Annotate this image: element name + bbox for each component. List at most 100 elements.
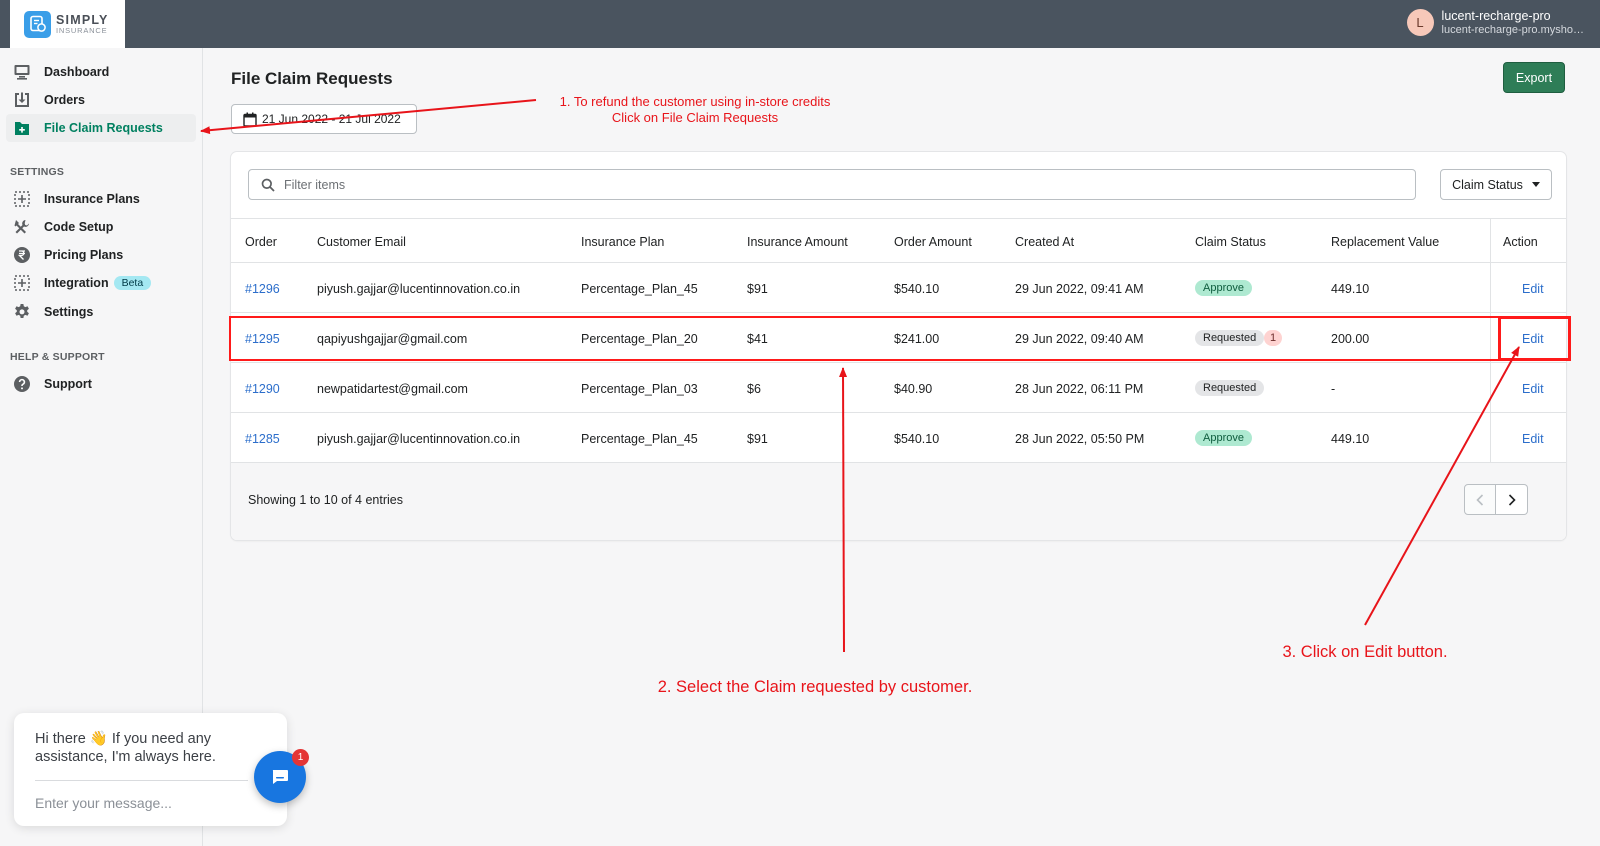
monitor-icon — [12, 62, 32, 82]
chevron-left-icon — [1476, 493, 1484, 506]
table-row[interactable]: #1290 newpatidartest@gmail.com Percentag… — [231, 363, 1566, 413]
replacement-value: 449.10 — [1331, 432, 1370, 446]
tools-icon — [12, 217, 32, 237]
order-amount: $40.90 — [894, 382, 933, 396]
chevron-right-icon — [1508, 493, 1516, 506]
previous-page-button[interactable] — [1464, 484, 1496, 515]
sidebar-item-label: Settings — [44, 305, 94, 319]
sidebar-item-label: Code Setup — [44, 220, 114, 234]
sidebar-item-label: Dashboard — [44, 65, 110, 79]
sidebar-item-orders[interactable]: Orders — [6, 86, 196, 114]
column-header[interactable]: Insurance Amount — [747, 235, 848, 249]
insurance-amount: $6 — [747, 382, 761, 396]
annotation-step-2: 2. Select the Claim requested by custome… — [657, 678, 973, 696]
export-button[interactable]: Export — [1503, 62, 1565, 93]
user-menu[interactable]: L lucent-recharge-pro lucent-recharge-pr… — [1406, 9, 1584, 36]
claim-status-filter-label: Claim Status — [1452, 177, 1523, 192]
dotted-plus-icon — [12, 273, 32, 293]
sidebar-item-label: Integration — [44, 276, 109, 290]
annotation-step-1-line-2: Click on File Claim Requests — [611, 110, 779, 125]
insurance-plan: Percentage_Plan_45 — [581, 432, 698, 446]
file-plus-icon — [12, 118, 32, 138]
annotation-step-1-line-1: 1. To refund the customer using in-store… — [559, 94, 831, 109]
search-icon — [261, 178, 275, 192]
table-row[interactable]: #1285 piyush.gajjar@lucentinnovation.co.… — [231, 413, 1566, 463]
edit-link[interactable]: Edit — [1522, 382, 1544, 396]
status-badge: Approve — [1195, 430, 1252, 446]
insurance-amount: $91 — [747, 282, 768, 296]
pagination — [1464, 484, 1528, 515]
table-row[interactable]: #1296 piyush.gajjar@lucentinnovation.co.… — [231, 263, 1566, 313]
column-header[interactable]: Created At — [1015, 235, 1074, 249]
logo-wordmark: SIMPLY — [56, 12, 109, 27]
app-logo[interactable]: SIMPLY INSURANCE — [10, 0, 125, 48]
dotted-plus-icon — [12, 189, 32, 209]
column-header[interactable]: Insurance Plan — [581, 235, 664, 249]
created-at: 29 Jun 2022, 09:41 AM — [1015, 282, 1144, 296]
order-link[interactable]: #1285 — [245, 432, 280, 446]
annotation-edit-highlight — [1498, 316, 1571, 361]
entries-summary: Showing 1 to 10 of 4 entries — [248, 493, 403, 507]
sidebar-item-insurance-plans[interactable]: Insurance Plans — [6, 185, 196, 213]
customer-email: piyush.gajjar@lucentinnovation.co.in — [317, 282, 521, 296]
sidebar-item-integration[interactable]: Integration Beta — [6, 269, 196, 297]
chat-message-input[interactable]: Enter your message... — [35, 795, 172, 811]
rupee-icon — [12, 245, 32, 265]
filter-placeholder: Filter items — [284, 177, 346, 192]
column-header: Action — [1503, 235, 1538, 249]
sidebar-item-support[interactable]: Support — [6, 370, 196, 398]
sidebar-item-settings[interactable]: Settings — [6, 298, 196, 326]
sidebar-item-file-claim-requests[interactable]: File Claim Requests — [6, 114, 196, 142]
sidebar-item-pricing-plans[interactable]: Pricing Plans — [6, 241, 196, 269]
page-title: File Claim Requests — [231, 69, 393, 88]
date-range-label: 21 Jun 2022 - 21 Jul 2022 — [262, 112, 401, 126]
store-name: lucent-recharge-pro — [1441, 9, 1551, 23]
annotation-step-3: 3. Click on Edit button. — [1282, 643, 1448, 661]
claim-status-filter-button[interactable]: Claim Status — [1440, 169, 1552, 200]
calendar-icon — [243, 112, 257, 127]
order-link[interactable]: #1296 — [245, 282, 280, 296]
order-amount: $540.10 — [894, 432, 940, 446]
column-header[interactable]: Order Amount — [894, 235, 972, 249]
top-bar: SIMPLY INSURANCE L lucent-recharge-pro l… — [0, 0, 1600, 48]
replacement-value: 449.10 — [1331, 282, 1370, 296]
question-icon — [12, 374, 32, 394]
sidebar-item-label: Insurance Plans — [44, 192, 140, 206]
sidebar-item-dashboard[interactable]: Dashboard — [6, 58, 196, 86]
replacement-value: - — [1331, 382, 1336, 396]
chat-greeting: Hi there 👋 If you need any assistance, I… — [35, 731, 216, 765]
edit-link[interactable]: Edit — [1522, 432, 1544, 446]
unread-count-badge: 1 — [292, 749, 309, 766]
order-link[interactable]: #1290 — [245, 382, 280, 396]
caret-down-icon — [1531, 182, 1540, 187]
next-page-button[interactable] — [1496, 484, 1528, 515]
column-header[interactable]: Replacement Value — [1331, 235, 1439, 249]
sidebar-item-label: Orders — [44, 93, 85, 107]
logo-subtitle: INSURANCE — [56, 26, 108, 35]
help-section-title: HELP & SUPPORT — [10, 351, 105, 363]
created-at: 28 Jun 2022, 06:11 PM — [1015, 382, 1144, 396]
table-footer: Showing 1 to 10 of 4 entries — [231, 463, 1566, 540]
avatar: L — [1406, 9, 1434, 36]
settings-section-title: SETTINGS — [10, 166, 65, 178]
chat-divider — [35, 780, 248, 781]
chat-bubble-icon — [270, 767, 290, 787]
insurance-plan: Percentage_Plan_03 — [581, 382, 698, 396]
customer-email: newpatidartest@gmail.com — [317, 382, 468, 396]
insurance-logo-icon — [24, 10, 51, 38]
sidebar-item-code-setup[interactable]: Code Setup — [6, 213, 196, 241]
annotation-step-1: 1. To refund the customer using in-store… — [545, 94, 845, 126]
column-header[interactable]: Customer Email — [317, 235, 406, 249]
filter-input[interactable]: Filter items — [248, 169, 1416, 200]
store-domain: lucent-recharge-pro.mysho… — [1441, 24, 1584, 36]
table-header: Order Customer Email Insurance Plan Insu… — [231, 218, 1566, 263]
date-range-picker[interactable]: 21 Jun 2022 - 21 Jul 2022 — [231, 104, 417, 134]
insurance-amount: $91 — [747, 432, 768, 446]
column-header[interactable]: Claim Status — [1195, 235, 1266, 249]
column-header[interactable]: Order — [245, 235, 277, 249]
customer-email: piyush.gajjar@lucentinnovation.co.in — [317, 432, 521, 446]
download-box-icon — [12, 90, 32, 110]
order-amount: $540.10 — [894, 282, 940, 296]
edit-link[interactable]: Edit — [1522, 282, 1544, 296]
annotation-row-highlight — [229, 316, 1571, 361]
